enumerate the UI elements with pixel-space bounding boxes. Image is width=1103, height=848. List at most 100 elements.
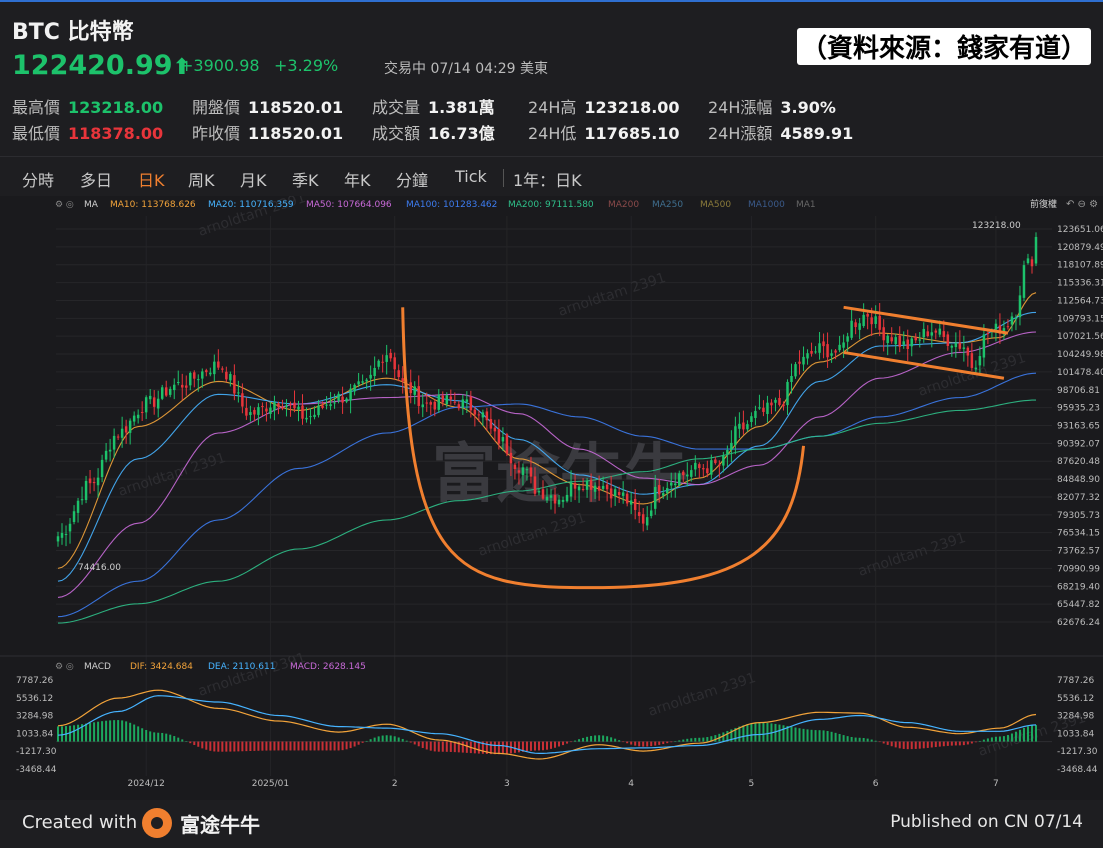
- tab-minute[interactable]: 分鐘: [396, 167, 428, 191]
- candle-body-66: [321, 405, 324, 408]
- candle-body-22: [144, 397, 148, 413]
- candle-body-14: [112, 435, 116, 450]
- legend-ma1: MA1: [796, 200, 816, 210]
- macd-histogram-bar-158: [690, 738, 693, 742]
- candle-body-108: [489, 419, 493, 429]
- legend-settings-icon[interactable]: ⚙ ◎: [55, 200, 74, 210]
- macd-histogram-bar-104: [473, 741, 476, 754]
- candle-body-164: [714, 459, 717, 464]
- candle-body-123: [549, 495, 553, 498]
- candle-209: [894, 333, 897, 355]
- candle-body-197: [846, 336, 849, 342]
- watermark-text-7: arnoldtam 2391: [646, 670, 758, 720]
- macd-legend: ⚙ ◎ MACD DIF: 3424.684 DEA: 2110.611 MAC…: [55, 662, 366, 672]
- tab-monthly-k[interactable]: 月K: [240, 167, 267, 191]
- candle-204: [874, 305, 877, 329]
- chart-svg[interactable]: 富途牛牛 arnoldtam 2391arnoldtam 2391arnoldt…: [0, 190, 1103, 800]
- tab-yearly-k[interactable]: 年K: [344, 167, 371, 191]
- macd-histogram-bar-199: [854, 737, 857, 742]
- macd-tick-label-left-0: 7787.26: [16, 676, 53, 686]
- stat-24h-high: 24H高 123218.00: [528, 98, 680, 117]
- candle-body-51: [261, 405, 264, 407]
- candle-108: [489, 407, 493, 435]
- candle-body-40: [217, 361, 220, 368]
- candle-187: [806, 349, 809, 365]
- macd-histogram-bar-36: [201, 741, 204, 749]
- macd-histogram-bar-56: [281, 741, 284, 751]
- candle-91: [421, 393, 424, 418]
- candle-body-29: [172, 384, 176, 391]
- candle-body-208: [890, 337, 893, 342]
- tab-tick[interactable]: Tick: [455, 167, 487, 186]
- candle-body-6: [80, 499, 84, 501]
- candle-body-183: [790, 375, 793, 382]
- candle-18: [128, 418, 132, 445]
- macd-histogram-bar-18: [129, 722, 132, 742]
- macd-histogram-bar-127: [566, 741, 569, 744]
- candle-body-102: [465, 399, 469, 402]
- candle-body-184: [794, 364, 797, 377]
- candle-body-36: [201, 371, 204, 379]
- macd-histogram-bar-21: [141, 728, 144, 742]
- candle-body-207: [886, 335, 889, 344]
- adjustment-toggle[interactable]: 前復權: [1030, 198, 1057, 210]
- macd-histogram-bar-13: [109, 720, 112, 742]
- candle-body-212: [906, 339, 909, 349]
- candle-body-91: [421, 404, 424, 408]
- macd-histogram-bar-52: [265, 741, 268, 751]
- price-tick-label-19: 70990.99: [1057, 564, 1100, 574]
- candle-body-60: [297, 406, 300, 410]
- candle-32: [185, 375, 188, 396]
- candle-body-149: [653, 486, 657, 509]
- date-axis: 2024/12 2025/01 2 3 4 5 6 7: [127, 779, 998, 789]
- chart-tools-icon[interactable]: ↶ ⊖ ⚙: [1066, 199, 1098, 210]
- candle-body-221: [942, 331, 946, 337]
- candle-body-171: [742, 422, 745, 430]
- tab-multiday[interactable]: 多日: [80, 167, 112, 191]
- candle-body-193: [830, 353, 833, 356]
- macd-histogram-bar-139: [614, 738, 617, 742]
- candle-body-129: [573, 483, 577, 489]
- macd-histogram-bar-68: [329, 741, 332, 751]
- macd-histogram-bar-69: [333, 741, 336, 751]
- macd-histogram-bar-19: [133, 724, 136, 742]
- macd-histogram-bar-239: [1014, 731, 1017, 742]
- candle-body-141: [621, 492, 625, 496]
- candle-body-50: [257, 407, 260, 415]
- tab-intraday[interactable]: 分時: [22, 167, 54, 191]
- macd-histogram-bar-34: [193, 741, 196, 746]
- macd-histogram-bar-194: [834, 732, 837, 742]
- candle-186: [802, 346, 805, 372]
- macd-histogram-bar-161: [702, 737, 705, 742]
- macd-histogram-bar-15: [117, 720, 120, 742]
- price-tick-label-1: 120879.49: [1057, 243, 1103, 253]
- price-tick-label-13: 87620.48: [1057, 457, 1100, 467]
- tab-weekly-k[interactable]: 周K: [188, 167, 215, 191]
- period-selector[interactable]: 1年：日K: [513, 167, 582, 191]
- candle-body-100: [457, 404, 461, 409]
- macd-settings-icon[interactable]: ⚙ ◎: [55, 662, 74, 672]
- macd-histogram-bar-140: [618, 740, 621, 742]
- candle-body-224: [954, 343, 958, 348]
- macd-histogram-bar-187: [806, 729, 809, 742]
- candle-body-17: [124, 426, 128, 433]
- macd-histogram-bar-20: [137, 726, 140, 742]
- candle-body-162: [706, 468, 709, 474]
- candle-80: [377, 359, 380, 370]
- candle-body-78: [369, 374, 372, 379]
- macd-histogram-bar-212: [906, 741, 909, 750]
- macd-histogram-bar-138: [610, 737, 613, 742]
- macd-histogram-bar-132: [586, 736, 589, 742]
- candle-242: [1026, 253, 1030, 265]
- candle-22: [144, 395, 148, 419]
- candle-body-56: [281, 407, 284, 409]
- tab-daily-k[interactable]: 日K: [138, 167, 165, 191]
- tab-quarterly-k[interactable]: 季K: [292, 167, 319, 191]
- candle-body-161: [702, 468, 705, 470]
- candle-body-64: [313, 414, 316, 418]
- candle-body-95: [437, 394, 441, 410]
- candle-body-240: [1018, 295, 1022, 318]
- macd-histogram-bar-130: [578, 739, 581, 742]
- macd-histogram-bar-175: [758, 722, 761, 742]
- candle-body-110: [497, 428, 501, 444]
